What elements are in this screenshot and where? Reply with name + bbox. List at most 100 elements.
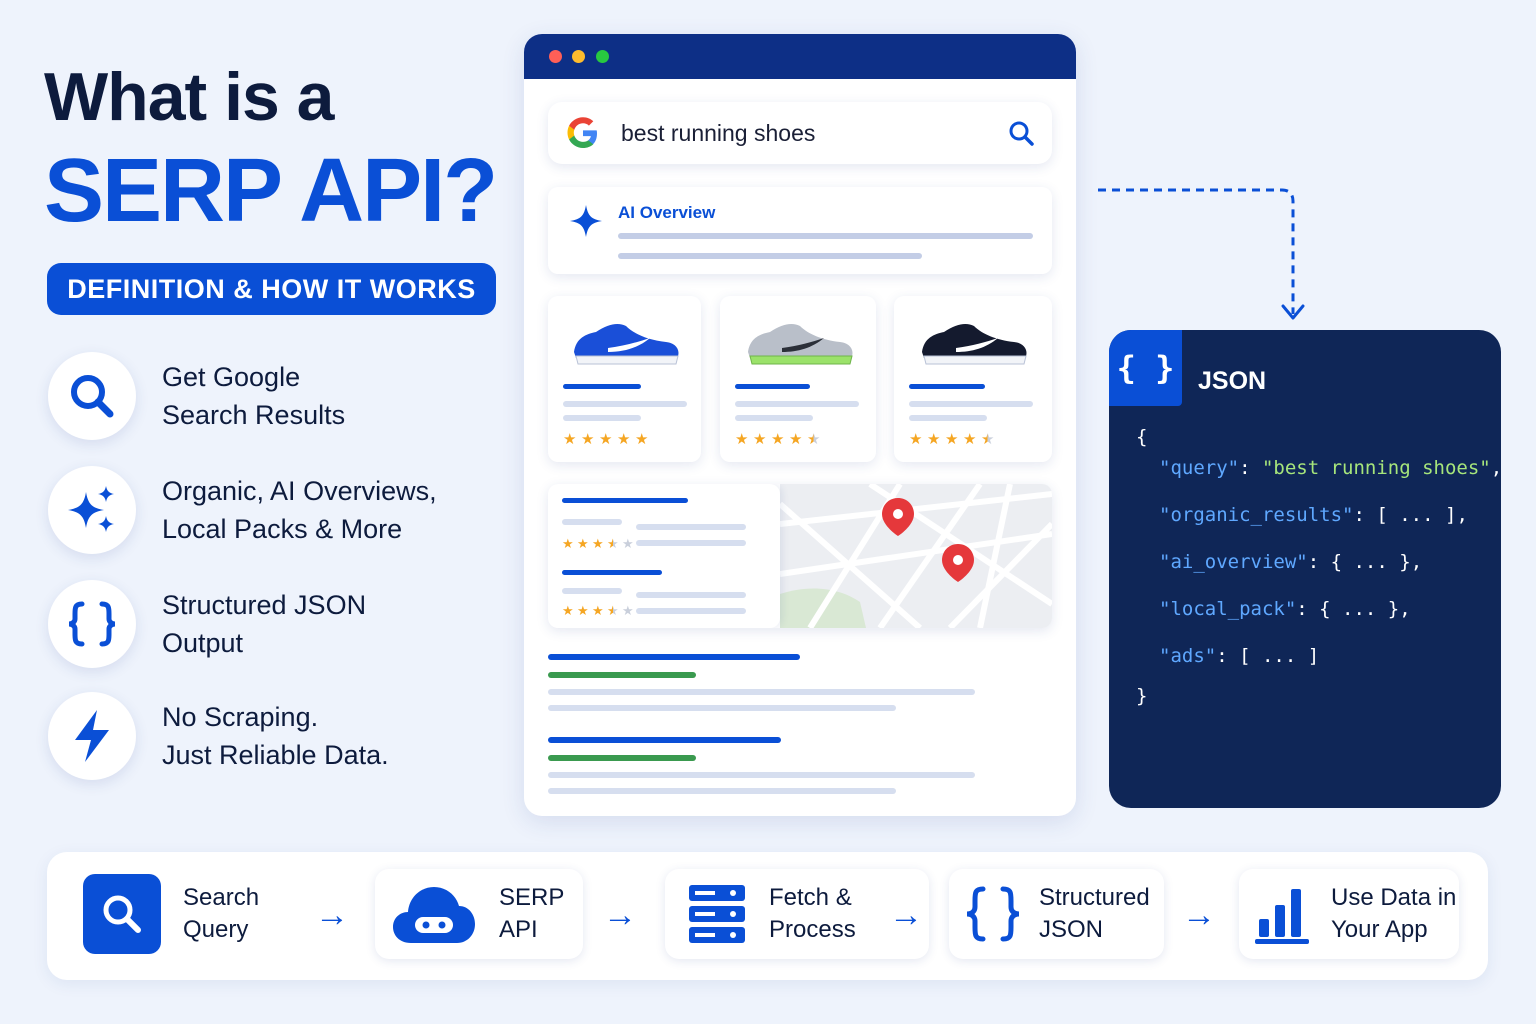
star-icon: ★	[562, 536, 574, 551]
text-placeholder	[735, 401, 859, 407]
step-use-data: Use Data in Your App	[1239, 869, 1459, 959]
subtitle-badge: DEFINITION & HOW IT WORKS	[47, 263, 496, 315]
braces-icon	[48, 580, 136, 668]
star-icon: ★	[945, 431, 959, 448]
result-url-placeholder	[548, 672, 696, 678]
feature-text: Structured JSON Output	[162, 586, 366, 662]
step-serp-api: SERP API	[375, 869, 583, 959]
json-key: "local_pack"	[1159, 598, 1297, 620]
json-line: "ads": [ ... ]	[1159, 645, 1319, 667]
local-listings: ★ ★ ★ ★ ★ ★ ★ ★ ★ ★	[548, 484, 780, 628]
json-key: "ads"	[1159, 645, 1217, 667]
braces-icon: { }	[1109, 330, 1182, 406]
text-placeholder	[548, 705, 896, 711]
maximize-dot[interactable]	[596, 50, 609, 63]
text-placeholder	[909, 401, 1033, 407]
feature-result-types: Organic, AI Overviews, Local Packs & Mor…	[48, 464, 488, 556]
step-label-line: Your App	[1331, 916, 1428, 943]
lightning-icon	[48, 692, 136, 780]
product-card[interactable]: ★ ★ ★ ★ ★	[894, 296, 1052, 462]
text-placeholder	[562, 519, 622, 525]
text-placeholder	[563, 401, 687, 407]
star-icon: ★	[592, 603, 604, 618]
server-icon	[689, 885, 745, 943]
json-tail: ,	[1410, 551, 1423, 573]
json-value: [ ... ]	[1376, 504, 1457, 526]
ai-overview-label: AI Overview	[618, 203, 716, 222]
feature-text: Get Google Search Results	[162, 358, 345, 434]
json-separator: :	[1216, 645, 1240, 667]
step-label: Use Data in Your App	[1331, 882, 1456, 946]
text-placeholder	[618, 233, 1033, 239]
text-placeholder	[563, 415, 641, 421]
feature-line: Structured JSON	[162, 590, 367, 620]
step-label-line: Structured	[1039, 884, 1150, 911]
local-pack-card[interactable]: ★ ★ ★ ★ ★ ★ ★ ★ ★ ★	[548, 484, 1052, 628]
json-separator: :	[1307, 551, 1331, 573]
feature-line: Output	[162, 628, 244, 658]
star-icon: ★	[592, 536, 604, 551]
cloud-robot-icon	[393, 887, 475, 943]
feature-line: Get Google	[162, 362, 301, 392]
result-url-placeholder	[548, 755, 696, 761]
feature-text: Organic, AI Overviews, Local Packs & Mor…	[162, 472, 437, 548]
search-bar[interactable]: best running shoes	[548, 102, 1052, 164]
json-tail: ,	[1399, 598, 1411, 620]
product-card[interactable]: ★ ★ ★ ★ ★	[548, 296, 701, 462]
json-key: "query"	[1159, 457, 1240, 479]
search-icon	[48, 352, 136, 440]
json-panel: { } JSON { "query": "best running shoes"…	[1109, 330, 1501, 808]
running-shoe-image	[574, 324, 679, 365]
arrow-right-icon: →	[1182, 896, 1216, 934]
star-icon: ★	[771, 431, 785, 448]
text-placeholder	[909, 415, 987, 421]
step-label: Structured JSON	[1039, 882, 1150, 946]
text-placeholder	[735, 384, 810, 389]
text-placeholder	[548, 689, 975, 695]
json-value: "best running shoes"	[1261, 457, 1491, 479]
step-search-query: Search Query	[83, 869, 303, 959]
feature-line: Local Packs & More	[162, 514, 403, 544]
json-separator: :	[1296, 598, 1320, 620]
star-icon: ★	[622, 536, 634, 551]
google-logo-icon	[567, 117, 597, 148]
text-placeholder	[636, 540, 746, 546]
feature-line: Search Results	[162, 400, 346, 430]
feature-text: No Scraping. Just Reliable Data.	[162, 698, 389, 774]
star-icon: ★	[807, 431, 821, 448]
text-placeholder	[562, 570, 662, 575]
json-line: "local_pack": { ... },	[1159, 598, 1411, 620]
search-query-text: best running shoes	[621, 120, 816, 146]
step-label-line: SERP	[499, 884, 565, 911]
arrow-right-icon: →	[315, 896, 349, 934]
flow-connector-arrow	[1098, 188, 1305, 320]
page-title-line1: What is a	[44, 59, 334, 135]
arrow-right-icon: →	[603, 896, 637, 934]
star-icon: ★	[577, 603, 589, 618]
sparkle-icon	[570, 205, 602, 237]
arrow-right-icon: →	[889, 896, 923, 934]
result-title-placeholder	[548, 737, 781, 743]
product-card[interactable]: ★ ★ ★ ★ ★	[720, 296, 876, 462]
step-structured-json: Structured JSON	[949, 869, 1164, 959]
bar-chart-icon	[1255, 889, 1309, 944]
ai-overview-card[interactable]: AI Overview	[548, 187, 1052, 274]
text-placeholder	[548, 772, 975, 778]
text-placeholder	[909, 384, 985, 389]
json-separator: :	[1353, 504, 1377, 526]
search-icon[interactable]	[1008, 120, 1036, 148]
browser-title-bar	[524, 34, 1076, 79]
star-icon: ★	[981, 431, 995, 448]
json-line: "ai_overview": { ... },	[1159, 551, 1422, 573]
running-shoe-image	[922, 324, 1027, 365]
step-label-line: JSON	[1039, 916, 1104, 943]
feature-google-results: Get Google Search Results	[48, 350, 488, 442]
text-placeholder	[636, 524, 746, 530]
star-icon: ★	[735, 431, 749, 448]
json-tail: ,	[1491, 457, 1501, 479]
star-icon: ★	[617, 431, 631, 448]
minimize-dot[interactable]	[572, 50, 585, 63]
text-placeholder	[618, 253, 922, 259]
close-dot[interactable]	[549, 50, 562, 63]
star-icon: ★	[563, 431, 577, 448]
